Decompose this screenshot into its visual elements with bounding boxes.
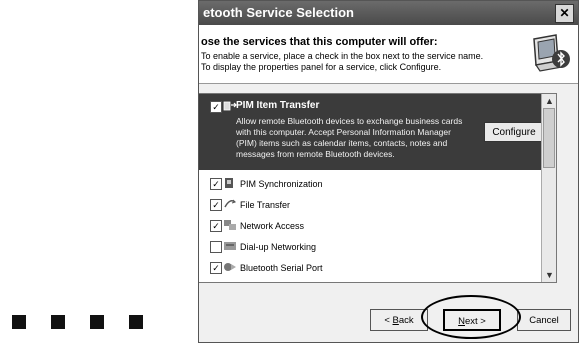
bluetooth-service-selection-dialog: etooth Service Selection ✕ ose the servi… xyxy=(198,0,579,343)
bullet-square xyxy=(51,315,65,329)
decorative-bullets xyxy=(12,315,143,329)
page-heading: ose the services that this computer will… xyxy=(201,36,438,48)
instruction-line: To enable a service, place a check in th… xyxy=(201,51,484,61)
instruction-line: To display the properties panel for a se… xyxy=(201,62,442,72)
list-item[interactable]: ✓ File Transfer xyxy=(199,195,542,215)
service-checkbox[interactable]: ✓ xyxy=(210,220,222,232)
bullet-square xyxy=(90,315,104,329)
service-description: messages from remote Bluetooth devices. xyxy=(236,149,395,159)
service-title: PIM Item Transfer xyxy=(236,100,320,111)
scroll-down-arrow-icon[interactable]: ▼ xyxy=(542,268,556,282)
bluetooth-computer-icon xyxy=(533,34,570,72)
service-checkbox[interactable] xyxy=(210,241,222,253)
list-item[interactable]: ✓ Network Access xyxy=(199,216,542,236)
scroll-up-arrow-icon[interactable]: ▲ xyxy=(542,94,556,108)
list-item[interactable]: ✓ PIM Synchronization xyxy=(199,174,542,194)
list-item[interactable]: Dial-up Networking xyxy=(199,237,542,257)
service-label: Dial-up Networking xyxy=(240,242,317,252)
dialup-icon xyxy=(224,242,236,250)
close-button[interactable]: ✕ xyxy=(555,4,574,23)
network-icon xyxy=(224,220,236,230)
back-button[interactable]: < Back xyxy=(370,309,428,331)
next-button-highlight-circle xyxy=(421,295,521,339)
list-item[interactable]: ✓ Bluetooth Serial Port xyxy=(199,258,542,278)
list-item-selected[interactable]: ✓ PIM Item Transfer Allow remote Bluetoo… xyxy=(199,94,544,170)
back-button-label: ack xyxy=(398,315,414,326)
serial-port-icon xyxy=(224,263,236,271)
sync-icon xyxy=(225,178,233,188)
title-bar: etooth Service Selection ✕ xyxy=(199,1,578,25)
service-description: Allow remote Bluetooth devices to exchan… xyxy=(236,116,463,126)
scroll-thumb[interactable] xyxy=(543,108,555,168)
cancel-button[interactable]: Cancel xyxy=(517,309,571,331)
service-checkbox[interactable]: ✓ xyxy=(210,262,222,274)
service-checkbox[interactable]: ✓ xyxy=(210,199,222,211)
service-description: with this computer. Accept Personal Info… xyxy=(236,127,451,137)
service-label: Network Access xyxy=(240,221,305,231)
service-description: (PIM) items such as calendar items, cont… xyxy=(236,138,448,148)
service-label: Bluetooth Serial Port xyxy=(240,263,323,273)
back-button-prefix: < xyxy=(384,315,393,326)
service-label: File Transfer xyxy=(240,200,291,210)
service-label: PIM Synchronization xyxy=(240,179,323,189)
service-checkbox[interactable]: ✓ xyxy=(210,101,222,113)
bullet-square xyxy=(12,315,26,329)
dialog-header: ose the services that this computer will… xyxy=(199,25,578,84)
services-list[interactable]: ✓ PIM Item Transfer Allow remote Bluetoo… xyxy=(199,93,557,283)
service-checkbox[interactable]: ✓ xyxy=(210,178,222,190)
file-transfer-icon xyxy=(224,199,236,208)
configure-button[interactable]: Configure xyxy=(484,122,544,142)
bullet-square xyxy=(129,315,143,329)
window-title: etooth Service Selection xyxy=(203,5,354,20)
pim-transfer-icon xyxy=(223,101,237,111)
list-scrollbar[interactable]: ▲ ▼ xyxy=(541,94,556,282)
